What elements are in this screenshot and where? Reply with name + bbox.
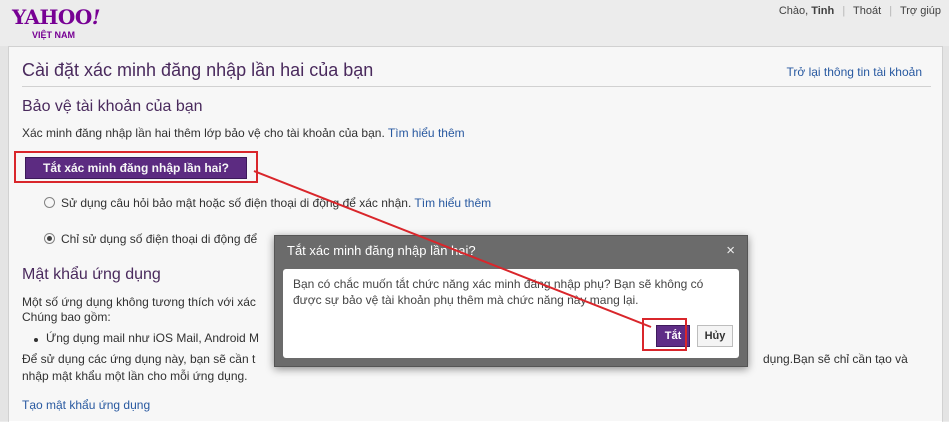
annotation-arrow-line (253, 170, 652, 328)
annotation-arrow (253, 170, 652, 328)
